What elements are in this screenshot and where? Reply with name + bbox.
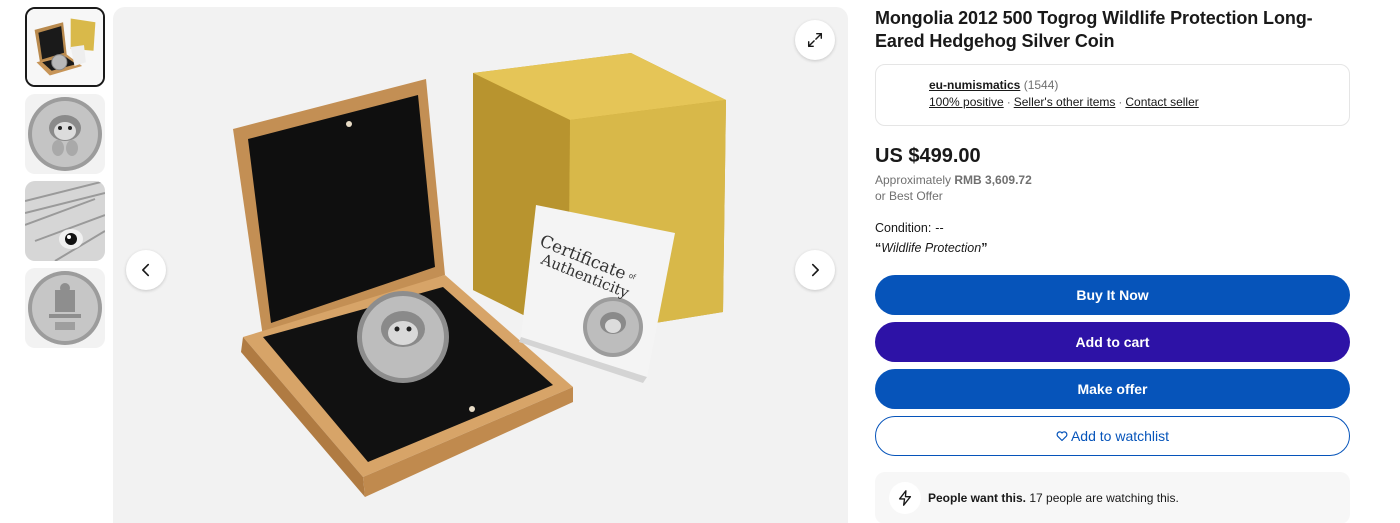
expand-image-button[interactable]	[795, 20, 835, 60]
add-to-cart-button[interactable]: Add to cart	[875, 322, 1350, 362]
next-image-button[interactable]	[795, 250, 835, 290]
listing-info-panel: Mongolia 2012 500 Togrog Wildlife Protec…	[875, 7, 1350, 523]
add-to-watchlist-label: Add to watchlist	[1070, 428, 1170, 444]
make-offer-button[interactable]: Make offer	[875, 369, 1350, 409]
heart-icon	[1056, 430, 1071, 442]
approx-price: Approximately RMB 3,609.72	[875, 172, 1350, 188]
seller-name-link[interactable]: eu-numismatics	[929, 78, 1020, 92]
condition-quote: “Wildlife Protection”	[875, 240, 1350, 257]
buy-it-now-label: Buy It Now	[1076, 287, 1149, 303]
seller-positive-link[interactable]: 100% positive	[929, 95, 1004, 109]
main-product-image[interactable]: Certificate of Authenticity	[113, 7, 848, 523]
quote-close: ”	[981, 241, 988, 255]
approx-value: RMB 3,609.72	[954, 173, 1032, 187]
condition: Condition: --	[875, 220, 1350, 237]
product-title: Mongolia 2012 500 Togrog Wildlife Protec…	[875, 8, 1313, 51]
seller-links: 100% positive · Seller's other items · Conta…	[929, 94, 1349, 111]
thumbnail-strip	[25, 7, 105, 355]
seller-card: eu-numismatics (1544) 100% positive · Sell…	[875, 64, 1350, 126]
chevron-right-icon	[806, 261, 824, 279]
separator: ·	[1118, 95, 1123, 109]
signal-bold: People want this.	[928, 491, 1027, 505]
signal-detail: 17 people are watching this.	[1029, 491, 1179, 505]
quote-text: Wildlife Protection	[881, 241, 982, 255]
thumbnail-hedgehog-obverse[interactable]	[25, 94, 105, 174]
add-to-cart-label: Add to cart	[1075, 334, 1150, 350]
previous-image-button[interactable]	[126, 250, 166, 290]
buy-it-now-button[interactable]: Buy It Now	[875, 275, 1350, 315]
signal-text: People want this. 17 people are watching…	[928, 491, 1179, 505]
thumbnail-hedgehog-closeup[interactable]	[25, 181, 105, 261]
price: US $499.00	[875, 145, 981, 167]
lightning-icon	[889, 482, 921, 514]
chevron-left-icon	[137, 261, 155, 279]
make-offer-label: Make offer	[1077, 381, 1148, 397]
product-photo: Certificate of Authenticity	[233, 53, 726, 497]
thumbnail-coin-reverse[interactable]	[25, 268, 105, 348]
separator: ·	[1006, 95, 1011, 109]
approx-prefix: Approximately	[875, 173, 952, 187]
thumbnail-box-with-coin[interactable]	[25, 7, 105, 87]
seller-feedback-count: (1544)	[1023, 78, 1059, 92]
best-offer-text: or Best Offer	[875, 189, 943, 203]
listing-page: Certificate of Authenticity Mongolia 201…	[0, 0, 1400, 523]
add-to-watchlist-button[interactable]: Add to watchlist	[875, 416, 1350, 456]
seller-identity: eu-numismatics (1544)	[929, 77, 1349, 94]
urgency-signal: People want this. 17 people are watching…	[875, 472, 1350, 523]
condition-label: Condition:	[875, 221, 932, 235]
contact-seller-link[interactable]: Contact seller	[1125, 95, 1198, 109]
seller-other-items-link[interactable]: Seller's other items	[1014, 95, 1116, 109]
condition-value: --	[935, 221, 944, 235]
expand-icon	[806, 31, 824, 49]
